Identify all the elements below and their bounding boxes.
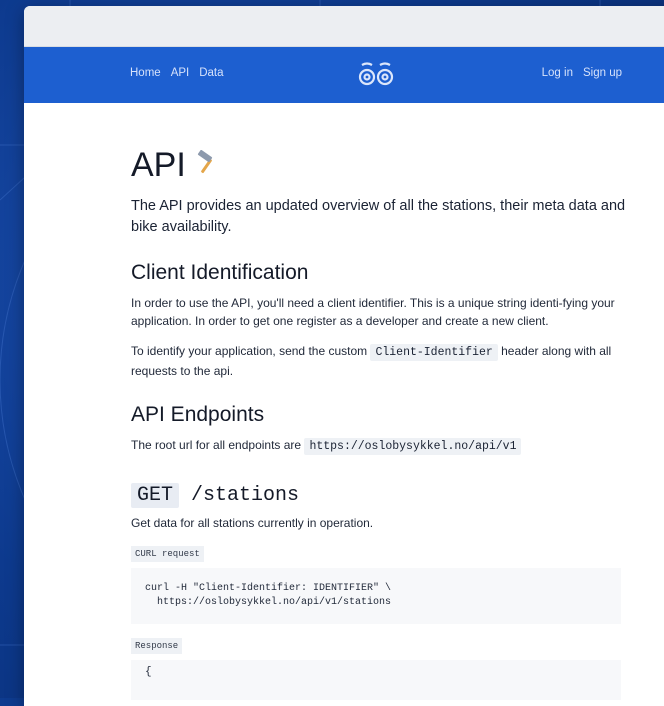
nav-link-home[interactable]: Home bbox=[130, 67, 161, 79]
response-label: Response bbox=[131, 638, 183, 654]
endpoint-path: /stations bbox=[191, 484, 300, 507]
client-identifier-code: Client-Identifier bbox=[370, 344, 498, 361]
nav-link-api[interactable]: API bbox=[171, 67, 190, 79]
nav-link-login[interactable]: Log in bbox=[542, 67, 573, 79]
root-url-paragraph: The root url for all endpoints are https… bbox=[131, 436, 631, 456]
response-json-start: { bbox=[145, 666, 152, 678]
browser-chrome bbox=[24, 6, 664, 47]
curl-line-2: https://oslobysykkel.no/api/v1/stations bbox=[145, 597, 392, 608]
nav-link-signup[interactable]: Sign up bbox=[583, 67, 622, 79]
curl-request-label: CURL request bbox=[131, 546, 204, 562]
curl-line-1: curl -H "Client-Identifier: IDENTIFIER" … bbox=[145, 583, 392, 594]
page-title-text: API bbox=[131, 146, 186, 184]
http-method-badge: GET bbox=[131, 483, 180, 508]
response-code-block: { bbox=[131, 660, 621, 700]
endpoint-description: Get data for all stations currently in o… bbox=[131, 516, 374, 530]
site-navbar: Home API Data Log in Sign up bbox=[24, 47, 664, 103]
section-heading-api-endpoints: API Endpoints bbox=[131, 403, 265, 426]
nav-left-links: Home API Data bbox=[130, 67, 224, 79]
bike-logo-icon[interactable] bbox=[358, 61, 394, 90]
hammer-icon bbox=[194, 146, 220, 184]
root-url-code: https://oslobysykkel.no/api/v1 bbox=[304, 438, 522, 455]
client-identification-paragraph: In order to use the API, you'll need a c… bbox=[131, 296, 615, 328]
client-identifier-text-before: To identify your application, send the c… bbox=[131, 344, 371, 358]
main-content: API The API provides an updated overview… bbox=[131, 146, 631, 700]
section-heading-client-identification: Client Identification bbox=[131, 261, 309, 284]
page-lead: The API provides an updated overview of … bbox=[131, 198, 626, 235]
root-url-text: The root url for all endpoints are bbox=[131, 438, 305, 452]
nav-link-data[interactable]: Data bbox=[199, 67, 223, 79]
nav-right-links: Log in Sign up bbox=[542, 67, 622, 79]
page-title: API bbox=[131, 146, 631, 184]
endpoint-title-stations: GET /stations bbox=[131, 482, 631, 510]
browser-window: Home API Data Log in Sign up API The API… bbox=[24, 6, 664, 706]
client-identifier-paragraph: To identify your application, send the c… bbox=[131, 342, 631, 380]
curl-code-block: curl -H "Client-Identifier: IDENTIFIER" … bbox=[131, 568, 621, 624]
